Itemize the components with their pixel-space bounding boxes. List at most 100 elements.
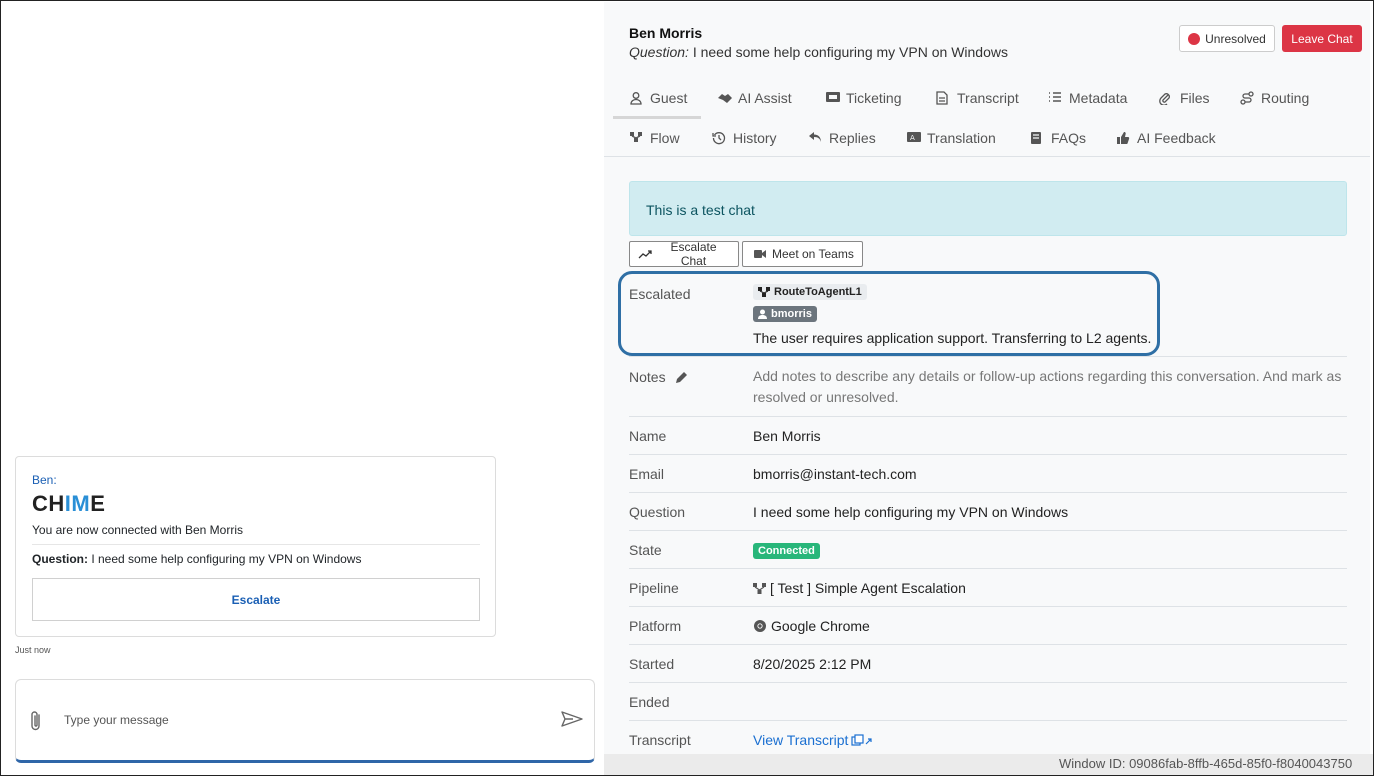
message-timestamp: Just now (15, 645, 51, 655)
question-label: Question (629, 504, 686, 520)
tab-metadata[interactable]: Metadata (1048, 84, 1127, 112)
tab-translation[interactable]: A Translation (906, 124, 996, 152)
ended-label: Ended (629, 694, 670, 710)
route-badge: RouteToAgentL1 (753, 284, 867, 300)
meet-on-teams-label: Meet on Teams (772, 247, 854, 261)
leave-chat-button[interactable]: Leave Chat (1282, 25, 1362, 52)
notes-label: Notes (629, 369, 666, 385)
list-icon (1048, 91, 1062, 105)
header-question: Question: I need some help configuring m… (629, 44, 1008, 60)
external-link-icon (851, 734, 873, 746)
tab-guest[interactable]: Guest (629, 84, 687, 112)
pencil-icon[interactable] (675, 371, 688, 384)
trend-up-icon (638, 249, 652, 259)
user-badge: bmorris (753, 306, 817, 322)
message-question: Question: I need some help configuring m… (32, 552, 361, 566)
notes-text[interactable]: Add notes to describe any details or fol… (753, 366, 1345, 408)
paperclip-icon[interactable] (30, 710, 42, 732)
tab-label: History (733, 130, 777, 146)
scrollbar-track[interactable] (1370, 2, 1373, 775)
message-composer (15, 679, 595, 763)
paperclip-icon (1159, 91, 1173, 105)
escalated-user: bmorris (771, 308, 812, 320)
logo-part: E (90, 491, 106, 516)
tab-label: FAQs (1051, 130, 1087, 146)
tab-label: Ticketing (846, 90, 902, 106)
notes-row: Notes Add notes to describe any details … (629, 356, 1347, 417)
send-icon[interactable] (561, 711, 583, 727)
tab-label: Files (1180, 90, 1210, 106)
tab-faqs[interactable]: FAQs (1030, 124, 1086, 152)
state-row: State Connected (629, 530, 1347, 568)
tab-replies[interactable]: Replies (808, 124, 876, 152)
connected-text: You are now connected with Ben Morris (32, 523, 244, 537)
meet-on-teams-button[interactable]: Meet on Teams (742, 241, 863, 267)
chime-logo: CHIME (32, 491, 105, 517)
platform-label: Platform (629, 618, 682, 634)
transcript-label: Transcript (629, 732, 691, 748)
message-input[interactable] (64, 708, 544, 732)
tab-label: Guest (650, 90, 688, 106)
question-label: Question: (32, 552, 88, 566)
name-label: Name (629, 428, 667, 444)
view-transcript-label: View Transcript (753, 732, 849, 748)
escalate-chat-label: Escalate Chat (670, 240, 717, 268)
name-row: Name Ben Morris (629, 416, 1347, 454)
tab-label: Transcript (957, 90, 1019, 106)
transcript-row: Transcript View Transcript (629, 720, 1347, 754)
ticket-icon (825, 91, 840, 105)
route-name: RouteToAgentL1 (774, 286, 862, 298)
state-badge: Connected (753, 543, 820, 559)
tab-ticketing[interactable]: Ticketing (825, 84, 902, 112)
view-transcript-link[interactable]: View Transcript (753, 732, 873, 748)
name-value: Ben Morris (753, 428, 821, 444)
ended-row: Ended (629, 682, 1347, 720)
escalate-chat-button[interactable]: Escalate Chat (629, 240, 739, 268)
logo-part: CH (32, 491, 65, 516)
message-sender: Ben: (32, 473, 57, 487)
flow-icon (758, 287, 770, 297)
started-value: 8/20/2025 2:12 PM (753, 656, 872, 672)
started-label: Started (629, 656, 675, 672)
tab-ai-assist[interactable]: AI Assist (717, 84, 792, 112)
route-icon (1240, 91, 1254, 105)
app-window: Ben: CHIME You are now connected with Be… (0, 0, 1374, 776)
handshake-icon (717, 91, 732, 105)
chat-panel: Ben: CHIME You are now connected with Be… (2, 2, 603, 775)
escalated-label: Escalated (629, 286, 691, 302)
tab-label: Routing (1261, 90, 1310, 106)
window-footer: Window ID: 09086fab-8ffb-465d-85f0-f8040… (604, 754, 1373, 775)
started-row: Started 8/20/2025 2:12 PM (629, 644, 1347, 682)
platform-value-group: Google Chrome (753, 618, 870, 634)
tab-label: Replies (829, 130, 876, 146)
question-text: I need some help configuring my VPN on W… (88, 552, 362, 566)
details-panel: Ben Morris Question: I need some help co… (604, 2, 1370, 754)
flow-icon (629, 131, 643, 145)
tab-history[interactable]: History (712, 124, 777, 152)
tab-routing[interactable]: Routing (1240, 84, 1309, 112)
tab-label: Metadata (1069, 90, 1128, 106)
state-label: State (629, 542, 662, 558)
pipeline-value: [ Test ] Simple Agent Escalation (770, 580, 966, 596)
document-icon (936, 91, 950, 105)
tab-files[interactable]: Files (1159, 84, 1210, 112)
escalate-button[interactable]: Escalate (32, 578, 480, 621)
email-row: Email bmorris@instant-tech.com (629, 454, 1347, 492)
notes-label-group: Notes (629, 369, 688, 385)
tab-label: Flow (650, 130, 680, 146)
active-tab-indicator (613, 116, 701, 119)
guest-name: Ben Morris (629, 25, 703, 41)
flow-icon (753, 582, 766, 594)
transcript-value: View Transcript (753, 732, 873, 748)
status-dot-icon (1188, 32, 1201, 45)
platform-row: Platform Google Chrome (629, 606, 1347, 644)
tab-ai-feedback[interactable]: AI Feedback (1116, 124, 1216, 152)
chrome-icon (753, 619, 767, 633)
unresolved-button[interactable]: Unresolved (1179, 25, 1275, 52)
chat-message-card: Ben: CHIME You are now connected with Be… (15, 456, 496, 637)
user-icon (758, 309, 767, 319)
divider (32, 544, 480, 545)
email-value: bmorris@instant-tech.com (753, 466, 917, 482)
tab-transcript[interactable]: Transcript (936, 84, 1019, 112)
tab-flow[interactable]: Flow (629, 124, 680, 152)
